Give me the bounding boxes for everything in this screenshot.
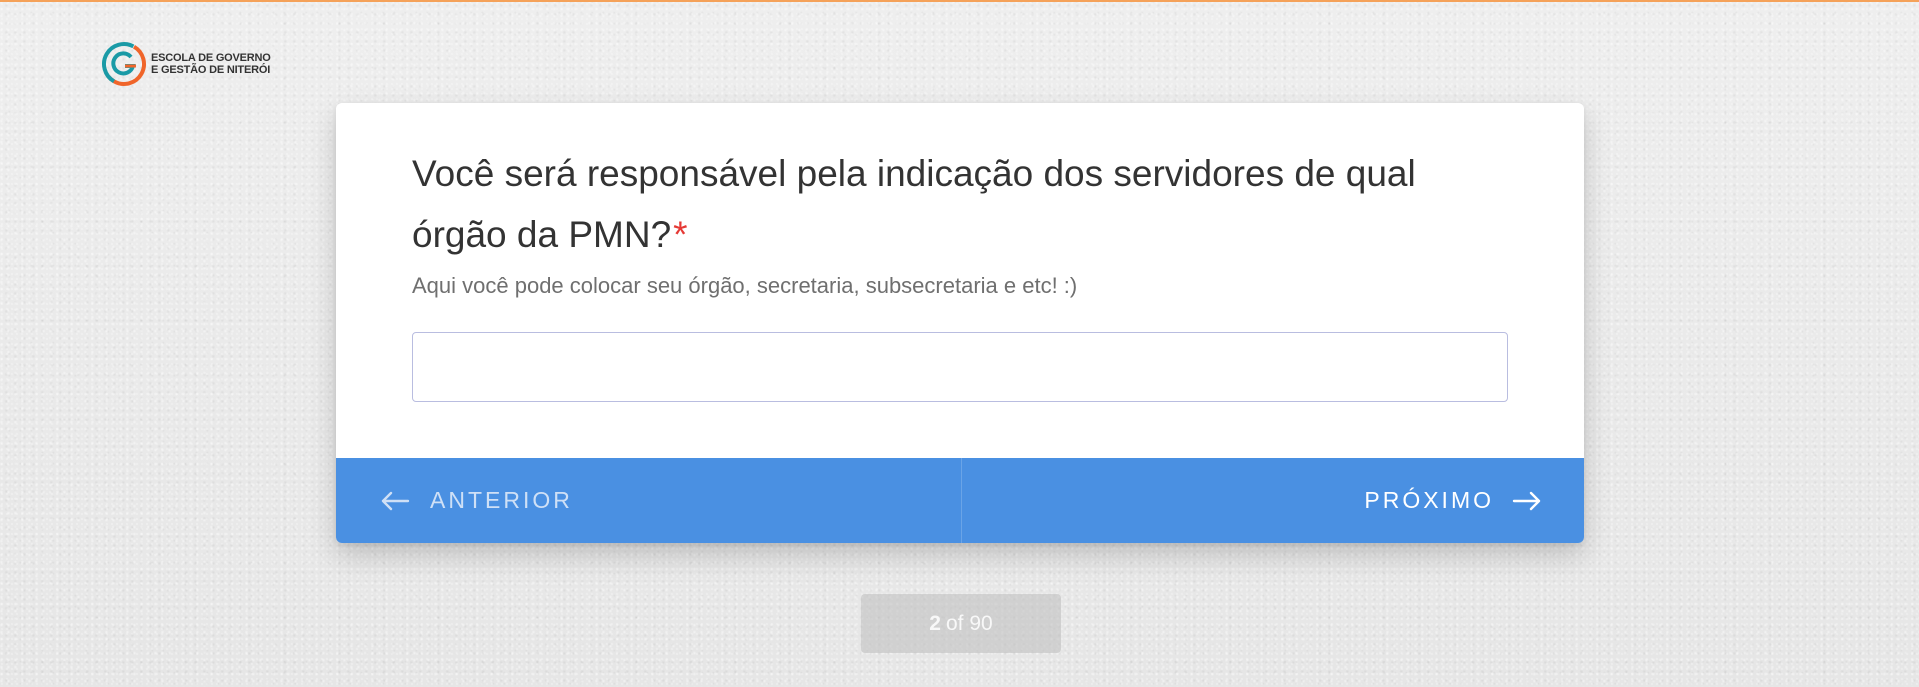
answer-input[interactable] — [412, 332, 1508, 402]
egg-logo-icon — [102, 42, 146, 86]
previous-label: ANTERIOR — [430, 487, 573, 513]
question-title: Você será responsável pela indicação dos… — [412, 143, 1508, 265]
question-hint: Aqui você pode colocar seu órgão, secret… — [412, 273, 1078, 298]
question-body: Você será responsável pela indicação dos… — [412, 143, 1508, 301]
brand-name-line1: ESCOLA DE GOVERNO — [151, 52, 271, 64]
question-card: Você será responsável pela indicação dos… — [336, 103, 1584, 543]
navigation-bar: ANTERIOR PRÓXIMO — [336, 458, 1584, 543]
brand-name: ESCOLA DE GOVERNO E GESTÃO DE NITERÓI — [151, 52, 271, 76]
next-label: PRÓXIMO — [1364, 487, 1494, 513]
page-current: 2 — [929, 611, 941, 635]
arrow-right-icon — [1512, 491, 1541, 510]
page-total: of 90 — [945, 611, 993, 635]
brand-logo: ESCOLA DE GOVERNO E GESTÃO DE NITERÓI — [101, 41, 271, 87]
page-counter: 2 of 90 — [861, 594, 1061, 653]
arrow-left-icon — [381, 491, 410, 510]
next-button[interactable]: PRÓXIMO — [962, 458, 1585, 543]
question-text: Você será responsável pela indicação dos… — [412, 153, 1416, 255]
brand-name-line2: E GESTÃO DE NITERÓI — [151, 64, 271, 76]
top-accent-bar — [0, 0, 1919, 2]
previous-button[interactable]: ANTERIOR — [336, 458, 962, 543]
required-marker: * — [673, 214, 688, 255]
